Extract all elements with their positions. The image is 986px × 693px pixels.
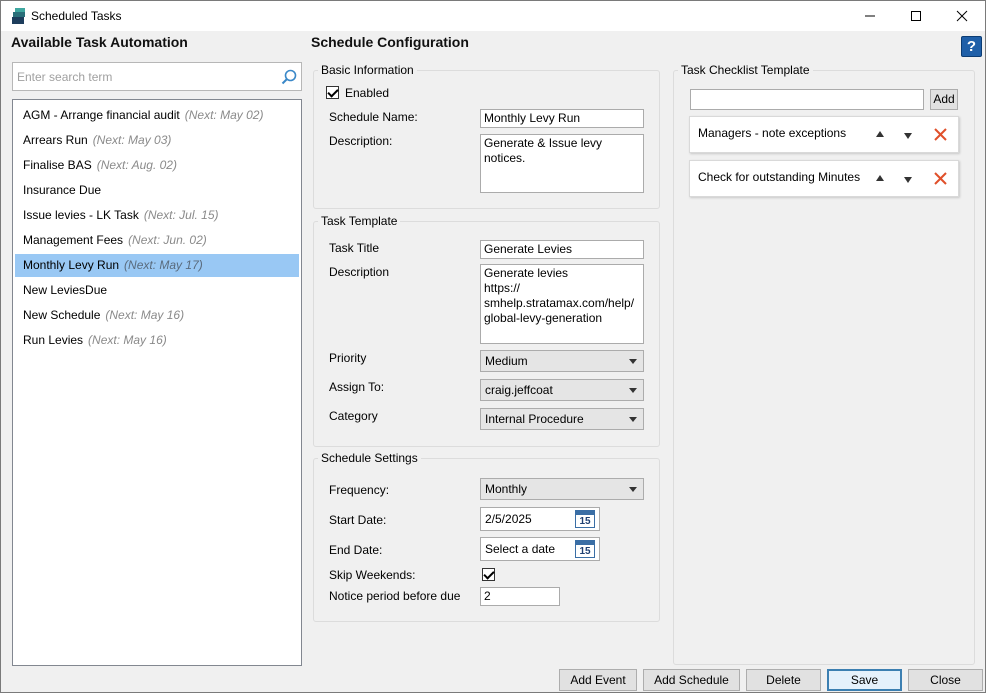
category-value: Internal Procedure	[485, 412, 584, 426]
checklist-new-item-input[interactable]	[690, 89, 924, 110]
task-title-label: Task Title	[329, 241, 380, 255]
assign-to-label: Assign To:	[329, 380, 385, 394]
category-label: Category	[329, 409, 378, 423]
move-down-icon[interactable]	[904, 133, 912, 139]
move-down-icon[interactable]	[904, 177, 912, 183]
skip-weekends-label: Skip Weekends:	[329, 568, 416, 582]
frequency-select[interactable]: Monthly	[480, 478, 644, 500]
skip-weekends-checkbox[interactable]	[482, 568, 495, 581]
assign-to-value: craig.jeffcoat	[485, 383, 553, 397]
search-box[interactable]	[12, 62, 302, 91]
window-title: Scheduled Tasks	[31, 9, 122, 23]
checklist-add-button[interactable]: Add	[930, 89, 958, 110]
task-template-label: Task Template	[318, 214, 401, 228]
save-button[interactable]: Save	[827, 669, 902, 691]
close-window-button[interactable]	[939, 1, 985, 31]
description-input[interactable]: Generate & Issue levy notices.	[480, 134, 644, 193]
schedule-name-label: Schedule Name:	[329, 110, 418, 124]
start-date-picker[interactable]: 2/5/2025 15	[480, 507, 600, 531]
checklist-label: Task Checklist Template	[678, 63, 813, 77]
checklist-item: Managers - note exceptions	[689, 116, 959, 153]
list-item[interactable]: AGM - Arrange financial audit (Next: May …	[15, 104, 299, 127]
assign-to-select[interactable]: craig.jeffcoat	[480, 379, 644, 401]
list-item[interactable]: Insurance Due	[15, 179, 299, 202]
start-date-value: 2/5/2025	[485, 512, 532, 526]
title-bar: Scheduled Tasks	[1, 1, 985, 31]
chevron-down-icon	[629, 417, 637, 422]
add-schedule-button[interactable]: Add Schedule	[643, 669, 740, 691]
basic-information-label: Basic Information	[318, 63, 417, 77]
minimize-button[interactable]	[847, 1, 893, 31]
list-item[interactable]: New LeviesDue	[15, 279, 299, 302]
delete-button[interactable]: Delete	[746, 669, 821, 691]
task-automation-list[interactable]: AGM - Arrange financial audit (Next: May …	[12, 99, 302, 666]
delete-icon[interactable]	[933, 171, 948, 186]
checklist-item-text: Check for outstanding Minutes	[698, 170, 861, 184]
close-icon	[956, 10, 968, 22]
checklist-item: Check for outstanding Minutes	[689, 160, 959, 197]
notice-period-input[interactable]: 2	[480, 587, 560, 606]
frequency-value: Monthly	[485, 482, 528, 496]
available-tasks-heading: Available Task Automation	[11, 34, 188, 50]
priority-value: Medium	[485, 354, 528, 368]
scheduled-tasks-window: Scheduled Tasks Available Task Automatio…	[0, 0, 986, 693]
list-item[interactable]: Finalise BAS (Next: Aug. 02)	[15, 154, 299, 177]
priority-label: Priority	[329, 351, 367, 365]
enabled-label: Enabled	[345, 86, 390, 100]
list-item-selected[interactable]: Monthly Levy Run (Next: May 17)	[15, 254, 299, 277]
notice-period-label: Notice period before due	[329, 589, 461, 603]
list-item[interactable]: Issue levies - LK Task (Next: Jul. 15)	[15, 204, 299, 227]
chevron-down-icon	[629, 487, 637, 492]
category-select[interactable]: Internal Procedure	[480, 408, 644, 430]
frequency-label: Frequency:	[329, 483, 390, 497]
end-date-picker[interactable]: Select a date 15	[480, 537, 600, 561]
minimize-icon	[865, 15, 875, 17]
help-icon: ?	[966, 38, 977, 55]
add-event-button[interactable]: Add Event	[559, 669, 637, 691]
schedule-settings-label: Schedule Settings	[318, 451, 421, 465]
end-date-placeholder: Select a date	[485, 542, 556, 556]
template-description-label: Description	[329, 265, 390, 279]
list-item[interactable]: New Schedule (Next: May 16)	[15, 304, 299, 327]
calendar-icon[interactable]: 15	[575, 540, 595, 558]
schedule-name-input[interactable]: Monthly Levy Run	[480, 109, 644, 128]
search-icon[interactable]	[281, 69, 297, 85]
maximize-button[interactable]	[893, 1, 939, 31]
checklist-item-text: Managers - note exceptions	[698, 126, 847, 140]
calendar-icon[interactable]: 15	[575, 510, 595, 528]
move-up-icon[interactable]	[876, 175, 884, 181]
template-description-input[interactable]: Generate levies https:// smhelp.stratama…	[480, 264, 644, 344]
delete-icon[interactable]	[933, 127, 948, 142]
list-item[interactable]: Management Fees (Next: Jun. 02)	[15, 229, 299, 252]
app-icon	[12, 8, 25, 24]
end-date-label: End Date:	[329, 543, 383, 557]
priority-select[interactable]: Medium	[480, 350, 644, 372]
help-button[interactable]: ?	[961, 36, 982, 57]
task-title-input[interactable]: Generate Levies	[480, 240, 644, 259]
chevron-down-icon	[629, 359, 637, 364]
search-input[interactable]	[17, 69, 277, 85]
schedule-config-heading: Schedule Configuration	[311, 34, 469, 50]
move-up-icon[interactable]	[876, 131, 884, 137]
description-label: Description:	[329, 134, 393, 148]
enabled-checkbox[interactable]	[326, 86, 339, 99]
list-item[interactable]: Arrears Run (Next: May 03)	[15, 129, 299, 152]
start-date-label: Start Date:	[329, 513, 387, 527]
list-item[interactable]: Run Levies (Next: May 16)	[15, 329, 299, 352]
close-button[interactable]: Close	[908, 669, 983, 691]
maximize-icon	[911, 11, 921, 21]
chevron-down-icon	[629, 388, 637, 393]
